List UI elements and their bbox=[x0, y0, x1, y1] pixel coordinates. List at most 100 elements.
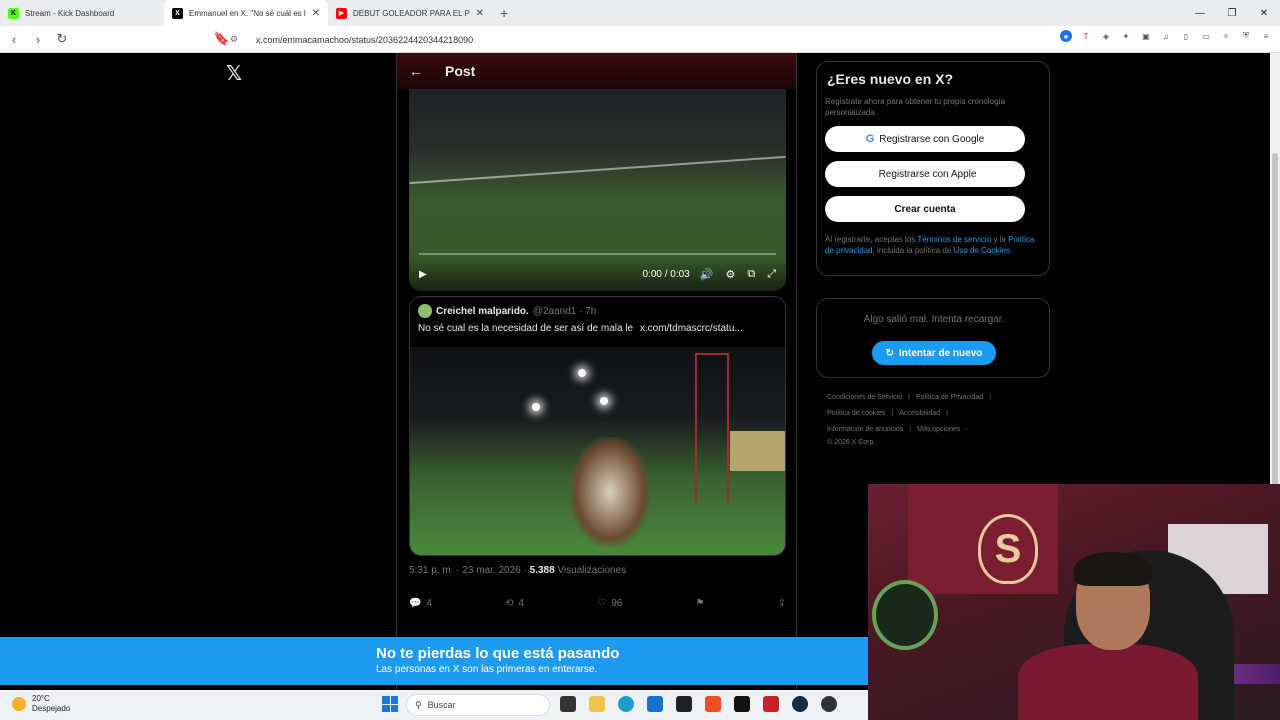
retry-label: Intentar de nuevo bbox=[899, 347, 983, 359]
webcam-overlay: S bbox=[868, 484, 1280, 720]
stadium-tower bbox=[695, 353, 729, 503]
quote-author-name[interactable]: Creichel malparido. bbox=[436, 306, 529, 317]
post-column: ← Post ▶ 0:00 / 0:03 🔊 ⚙ ⧉ ⤢ Creichel ma… bbox=[396, 53, 797, 690]
menu-icon[interactable]: ≡ bbox=[1260, 30, 1272, 42]
quote-link[interactable]: x.com/tdmascrc/statu... bbox=[640, 323, 743, 334]
apple-signup-button[interactable]: Registrarse con Apple bbox=[825, 161, 1025, 187]
address-bar[interactable]: ⚙ x.com/emmacamachoo/status/203622442034… bbox=[230, 29, 950, 50]
error-message: Algo salió mal. Intenta recargar. bbox=[863, 314, 1005, 325]
taskbar: 20°C Despejado ⚲ Buscar bbox=[0, 690, 870, 720]
weather-widget[interactable]: 20°C Despejado bbox=[12, 694, 70, 714]
close-window-icon[interactable]: ✕ bbox=[1248, 0, 1280, 26]
extension-icon[interactable]: ◈ bbox=[1100, 30, 1112, 42]
video-player[interactable]: ▶ 0:00 / 0:03 🔊 ⚙ ⧉ ⤢ bbox=[409, 89, 786, 291]
bookmark-button[interactable]: ⚑ bbox=[695, 598, 704, 609]
restore-icon[interactable]: ❐ bbox=[1216, 0, 1248, 26]
video-progress-bar[interactable] bbox=[419, 253, 776, 255]
footer-link[interactable]: Política de cookies bbox=[827, 410, 885, 417]
tab-title: DEBUT GOLEADOR PARA EL PIBE AR bbox=[353, 8, 470, 18]
repost-button[interactable]: ⟲ 4 bbox=[505, 598, 524, 609]
footer-link[interactable]: Condiciones de Servicio bbox=[827, 394, 902, 401]
cookies-link[interactable]: Uso de Cookies bbox=[954, 246, 1010, 255]
site-info-icon[interactable]: ⚙ bbox=[230, 34, 244, 45]
club-crest: S bbox=[978, 514, 1038, 584]
browser-tab-bar: K Stream - Kick Dashboard X Emmanuel en … bbox=[0, 0, 1280, 26]
app-icon[interactable] bbox=[821, 696, 837, 712]
legal-part: , incluida la política de bbox=[872, 246, 954, 255]
taskbar-search[interactable]: ⚲ Buscar bbox=[406, 694, 550, 716]
edge-icon[interactable] bbox=[618, 696, 634, 712]
apple-signup-label: Registrarse con Apple bbox=[878, 168, 977, 180]
outlook-icon[interactable] bbox=[647, 696, 663, 712]
like-count: 96 bbox=[611, 598, 623, 609]
play-icon[interactable]: ▶ bbox=[419, 269, 427, 280]
retry-button[interactable]: ↻ Intentar de nuevo bbox=[872, 341, 996, 365]
footer-link[interactable]: Accesibilidad bbox=[899, 410, 940, 417]
app-icon[interactable] bbox=[676, 696, 692, 712]
footer-link[interactable]: Política de Privacidad bbox=[916, 394, 983, 401]
app-icon[interactable] bbox=[763, 696, 779, 712]
post-date: 5:31 p. m. · 23 mar. 2026 · bbox=[409, 565, 530, 576]
field-line bbox=[409, 155, 786, 185]
extension-icon[interactable]: T bbox=[1080, 30, 1092, 42]
minimize-icon[interactable]: — bbox=[1184, 0, 1216, 26]
pip-icon[interactable]: ⧉ bbox=[747, 268, 755, 281]
quote-author-handle: @2aand1 · 7h bbox=[532, 305, 597, 317]
post-actions: 💬 4 ⟲ 4 ♡ 96 ⚑ ⇪ bbox=[409, 598, 786, 609]
back-icon[interactable]: ‹ bbox=[4, 29, 24, 49]
reply-icon: 💬 bbox=[409, 598, 422, 609]
x-logo-icon[interactable]: 𝕏 bbox=[226, 61, 246, 85]
reply-button[interactable]: 💬 4 bbox=[409, 598, 432, 609]
bookmark-icon: ⚑ bbox=[695, 598, 705, 609]
quoted-post[interactable]: Creichel malparido. @2aand1 · 7h No sé c… bbox=[409, 296, 786, 556]
terms-link[interactable]: Términos de servicio bbox=[917, 235, 991, 244]
music-icon[interactable]: ♫ bbox=[1160, 30, 1172, 42]
page-title: Post bbox=[445, 63, 476, 79]
footer-link[interactable]: Información de anuncios bbox=[827, 426, 903, 433]
quote-image[interactable] bbox=[410, 347, 785, 555]
banner-title: No te pierdas lo que está pasando bbox=[376, 645, 620, 662]
quote-body: No sé cual es la necesidad de ser así de… bbox=[418, 323, 634, 334]
fullscreen-icon[interactable]: ⤢ bbox=[767, 268, 776, 281]
wallet-icon[interactable]: ▭ bbox=[1200, 30, 1212, 42]
windows-start-icon[interactable] bbox=[382, 696, 398, 712]
search-placeholder: Buscar bbox=[427, 700, 456, 710]
reload-icon[interactable]: ↻ bbox=[52, 29, 72, 49]
shield-icon[interactable]: ⛨ bbox=[1240, 30, 1252, 42]
close-tab-icon[interactable]: ✕ bbox=[312, 8, 320, 19]
bookmark-icon[interactable]: 🔖 bbox=[212, 29, 232, 49]
like-button[interactable]: ♡ 96 bbox=[597, 598, 622, 609]
tab-x-post[interactable]: X Emmanuel en X: "No sé cuál es l ✕ bbox=[164, 0, 328, 26]
video-controls: ▶ 0:00 / 0:03 🔊 ⚙ ⧉ ⤢ bbox=[409, 257, 786, 291]
file-explorer-icon[interactable] bbox=[589, 696, 605, 712]
players bbox=[570, 437, 650, 547]
google-signup-button[interactable]: G Registrarse con Google bbox=[825, 126, 1025, 152]
tab-kick[interactable]: K Stream - Kick Dashboard bbox=[0, 0, 164, 26]
quote-header: Creichel malparido. @2aand1 · 7h bbox=[418, 304, 596, 318]
settings-icon[interactable]: ⚙ bbox=[725, 268, 735, 281]
avatar[interactable] bbox=[418, 304, 432, 318]
create-account-button[interactable]: Crear cuenta bbox=[825, 196, 1025, 222]
footer-link[interactable]: Más opciones ··· bbox=[917, 426, 969, 433]
close-tab-icon[interactable]: ✕ bbox=[476, 8, 484, 19]
share-button[interactable]: ⇪ bbox=[778, 598, 786, 609]
translate-icon[interactable]: ● bbox=[1060, 30, 1072, 42]
post-meta: 5:31 p. m. · 23 mar. 2026 · 5.388 Visual… bbox=[409, 565, 626, 576]
puzzle-icon[interactable]: ✦ bbox=[1120, 30, 1132, 42]
forward-icon[interactable]: › bbox=[28, 29, 48, 49]
tab-youtube[interactable]: ▶ DEBUT GOLEADOR PARA EL PIBE AR ✕ bbox=[328, 0, 492, 26]
sidebar-icon[interactable]: ▯ bbox=[1180, 30, 1192, 42]
app-icon[interactable] bbox=[792, 696, 808, 712]
brave-icon[interactable] bbox=[705, 696, 721, 712]
post-header: ← Post bbox=[397, 53, 796, 89]
ai-icon[interactable]: ✧ bbox=[1220, 30, 1232, 42]
extension-icon[interactable]: ▣ bbox=[1140, 30, 1152, 42]
new-tab-icon[interactable]: + bbox=[492, 0, 516, 26]
tiktok-icon[interactable] bbox=[734, 696, 750, 712]
extensions-row: ● T ◈ ✦ ▣ ♫ ▯ ▭ ✧ ⛨ ≡ bbox=[1060, 30, 1272, 42]
create-account-label: Crear cuenta bbox=[894, 203, 956, 215]
volume-icon[interactable]: 🔊 bbox=[700, 268, 714, 281]
video-time: 0:00 / 0:03 bbox=[642, 268, 690, 280]
task-view-icon[interactable] bbox=[560, 696, 576, 712]
back-arrow-icon[interactable]: ← bbox=[409, 63, 427, 79]
